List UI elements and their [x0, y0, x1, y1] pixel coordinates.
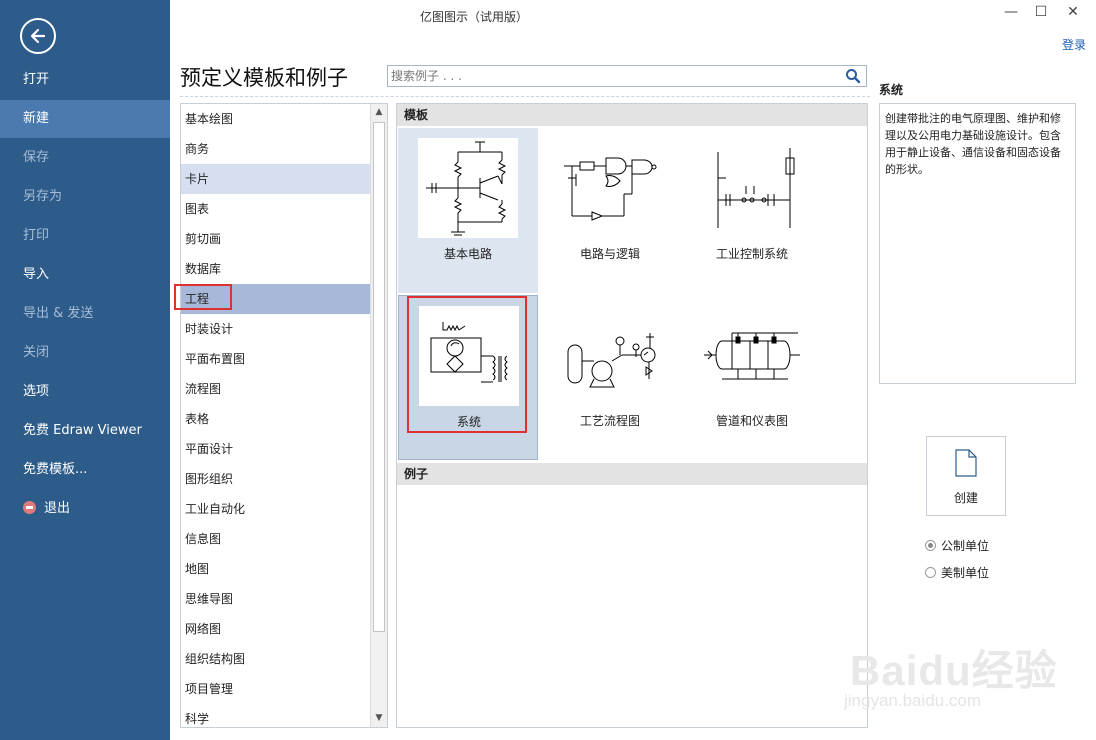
sidebar-item-save-as[interactable]: 另存为 [0, 178, 170, 216]
us-unit-label: 美制单位 [941, 566, 990, 580]
sidebar-item-import[interactable]: 导入 [0, 256, 170, 294]
highlight-box-template [407, 296, 527, 433]
circuit-logic-icon [560, 138, 660, 238]
category-scrollbar[interactable]: ▲ ▼ [370, 104, 387, 727]
watermark: Baidu经验 jingyan.baidu.com [840, 625, 1090, 720]
category-item[interactable]: 流程图 [181, 374, 371, 404]
category-item[interactable]: 信息图 [181, 524, 371, 554]
template-basic-circuit[interactable]: 基本电路 [398, 128, 538, 293]
category-item[interactable]: 表格 [181, 404, 371, 434]
examples-header: 例子 [397, 463, 867, 485]
window-title: 亿图图示（试用版） [420, 10, 529, 24]
watermark-logo: Baidu经验 [850, 647, 1058, 694]
page-title: 预定义模板和例子 [180, 66, 348, 90]
category-item[interactable]: 工业自动化 [181, 494, 371, 524]
category-item[interactable]: 图形组织 [181, 464, 371, 494]
sidebar-item-free-templates[interactable]: 免费模板... [0, 451, 170, 489]
us-unit-option[interactable]: 美制单位 [925, 564, 989, 580]
scrollbar-thumb[interactable] [373, 122, 385, 632]
process-flow-icon [560, 305, 660, 405]
description-title: 系统 [879, 83, 904, 97]
template-label: 工业控制系统 [715, 247, 788, 261]
sidebar-item-print[interactable]: 打印 [0, 217, 170, 255]
scroll-up-icon[interactable]: ▲ [371, 104, 387, 121]
category-item[interactable]: 项目管理 [181, 674, 371, 704]
category-item[interactable]: 组织结构图 [181, 644, 371, 674]
sidebar-item-open[interactable]: 打开 [0, 61, 170, 99]
category-item[interactable]: 思维导图 [181, 584, 371, 614]
template-label: 管道和仪表图 [715, 414, 788, 428]
back-button[interactable] [20, 18, 56, 54]
search-box[interactable] [387, 65, 867, 87]
create-button[interactable]: 创建 [926, 436, 1006, 516]
maximize-button[interactable]: ☐ [1030, 2, 1052, 22]
search-input[interactable] [388, 66, 828, 86]
category-item[interactable]: 剪切画 [181, 224, 371, 254]
us-radio[interactable] [925, 567, 936, 578]
divider [180, 96, 870, 97]
sidebar-item-exit-label: 退出 [44, 501, 71, 516]
category-item[interactable]: 平面设计 [181, 434, 371, 464]
sidebar-item-export-send[interactable]: 导出 & 发送 [0, 295, 170, 333]
new-document-icon [955, 449, 977, 477]
template-label: 工艺流程图 [579, 414, 640, 428]
template-label: 基本电路 [443, 247, 492, 261]
metric-radio[interactable] [925, 540, 936, 551]
description-text: 创建带批注的电气原理图、维护和修理以及公用电力基础设施设计。包含用于静止设备、通… [879, 103, 1076, 384]
sidebar-item-exit[interactable]: 退出 [0, 490, 170, 528]
category-list: 基本绘图 商务 卡片 图表 剪切画 数据库 工程 时装设计 平面布置图 流程图 … [180, 103, 388, 728]
category-item[interactable]: 数据库 [181, 254, 371, 284]
sidebar: 打开 新建 保存 另存为 打印 导入 导出 & 发送 关闭 选项 免费 Edra… [0, 0, 170, 740]
pid-icon [702, 305, 802, 405]
template-label: 电路与逻辑 [579, 247, 640, 261]
category-item[interactable]: 网络图 [181, 614, 371, 644]
sidebar-item-edraw-viewer[interactable]: 免费 Edraw Viewer [0, 412, 170, 450]
metric-unit-label: 公制单位 [941, 539, 990, 553]
sidebar-item-options[interactable]: 选项 [0, 373, 170, 411]
sidebar-item-close[interactable]: 关闭 [0, 334, 170, 372]
sidebar-item-new[interactable]: 新建 [0, 100, 170, 138]
search-icon[interactable] [845, 68, 861, 84]
templates-header: 模板 [397, 104, 867, 126]
category-item[interactable]: 时装设计 [181, 314, 371, 344]
exit-icon [23, 501, 36, 514]
sidebar-item-save[interactable]: 保存 [0, 139, 170, 177]
back-arrow-icon [30, 28, 46, 44]
category-item[interactable]: 商务 [181, 134, 371, 164]
watermark-url: jingyan.baidu.com [844, 691, 982, 710]
login-link[interactable]: 登录 [1062, 36, 1086, 53]
industrial-control-icon [702, 138, 802, 238]
category-item[interactable]: 地图 [181, 554, 371, 584]
create-label: 创建 [953, 491, 978, 505]
highlight-box-category [174, 284, 232, 310]
category-item[interactable]: 图表 [181, 194, 371, 224]
basic-circuit-icon [418, 138, 518, 238]
minimize-button[interactable]: — [1000, 2, 1022, 22]
template-circuit-logic[interactable]: 电路与逻辑 [540, 128, 680, 293]
template-industrial-control[interactable]: 工业控制系统 [682, 128, 822, 293]
template-pid[interactable]: 管道和仪表图 [682, 295, 822, 460]
category-item[interactable]: 基本绘图 [181, 104, 371, 134]
category-item[interactable]: 科学 [181, 704, 371, 727]
metric-unit-option[interactable]: 公制单位 [925, 537, 989, 553]
category-item[interactable]: 卡片 [181, 164, 371, 194]
scroll-down-icon[interactable]: ▼ [371, 710, 387, 727]
template-process-flow[interactable]: 工艺流程图 [540, 295, 680, 460]
close-button[interactable]: ✕ [1062, 2, 1084, 22]
category-item[interactable]: 平面布置图 [181, 344, 371, 374]
